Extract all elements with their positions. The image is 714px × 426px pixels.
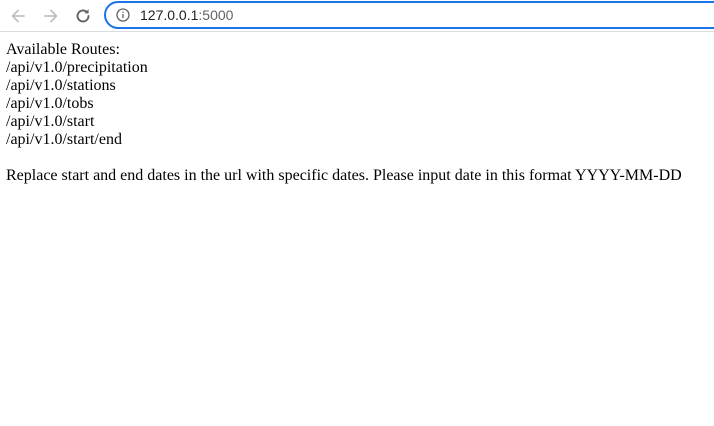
reload-icon: [76, 9, 90, 23]
route-start: /api/v1.0/start: [6, 113, 95, 130]
arrow-right-icon: [44, 9, 58, 23]
arrow-left-icon: [11, 9, 25, 23]
instructions-text: Replace start and end dates in the url w…: [6, 167, 682, 184]
page-content: Available Routes: /api/v1.0/precipitatio…: [6, 41, 682, 185]
route-stations: /api/v1.0/stations: [6, 77, 116, 94]
forward-button[interactable]: [39, 4, 63, 28]
route-tobs: /api/v1.0/tobs: [6, 95, 94, 112]
routes-heading: Available Routes:: [6, 41, 120, 58]
url-text[interactable]: 127.0.0.1:5000: [140, 7, 233, 24]
reload-button[interactable]: [71, 4, 95, 28]
browser-toolbar: 127.0.0.1:5000: [0, 0, 714, 32]
address-bar[interactable]: 127.0.0.1:5000: [104, 1, 714, 29]
url-host: 127.0.0.1: [140, 7, 199, 23]
route-precipitation: /api/v1.0/precipitation: [6, 59, 148, 76]
route-start-end: /api/v1.0/start/end: [6, 131, 122, 148]
info-icon[interactable]: [116, 8, 130, 22]
back-button[interactable]: [6, 4, 30, 28]
url-port: :5000: [198, 7, 234, 23]
